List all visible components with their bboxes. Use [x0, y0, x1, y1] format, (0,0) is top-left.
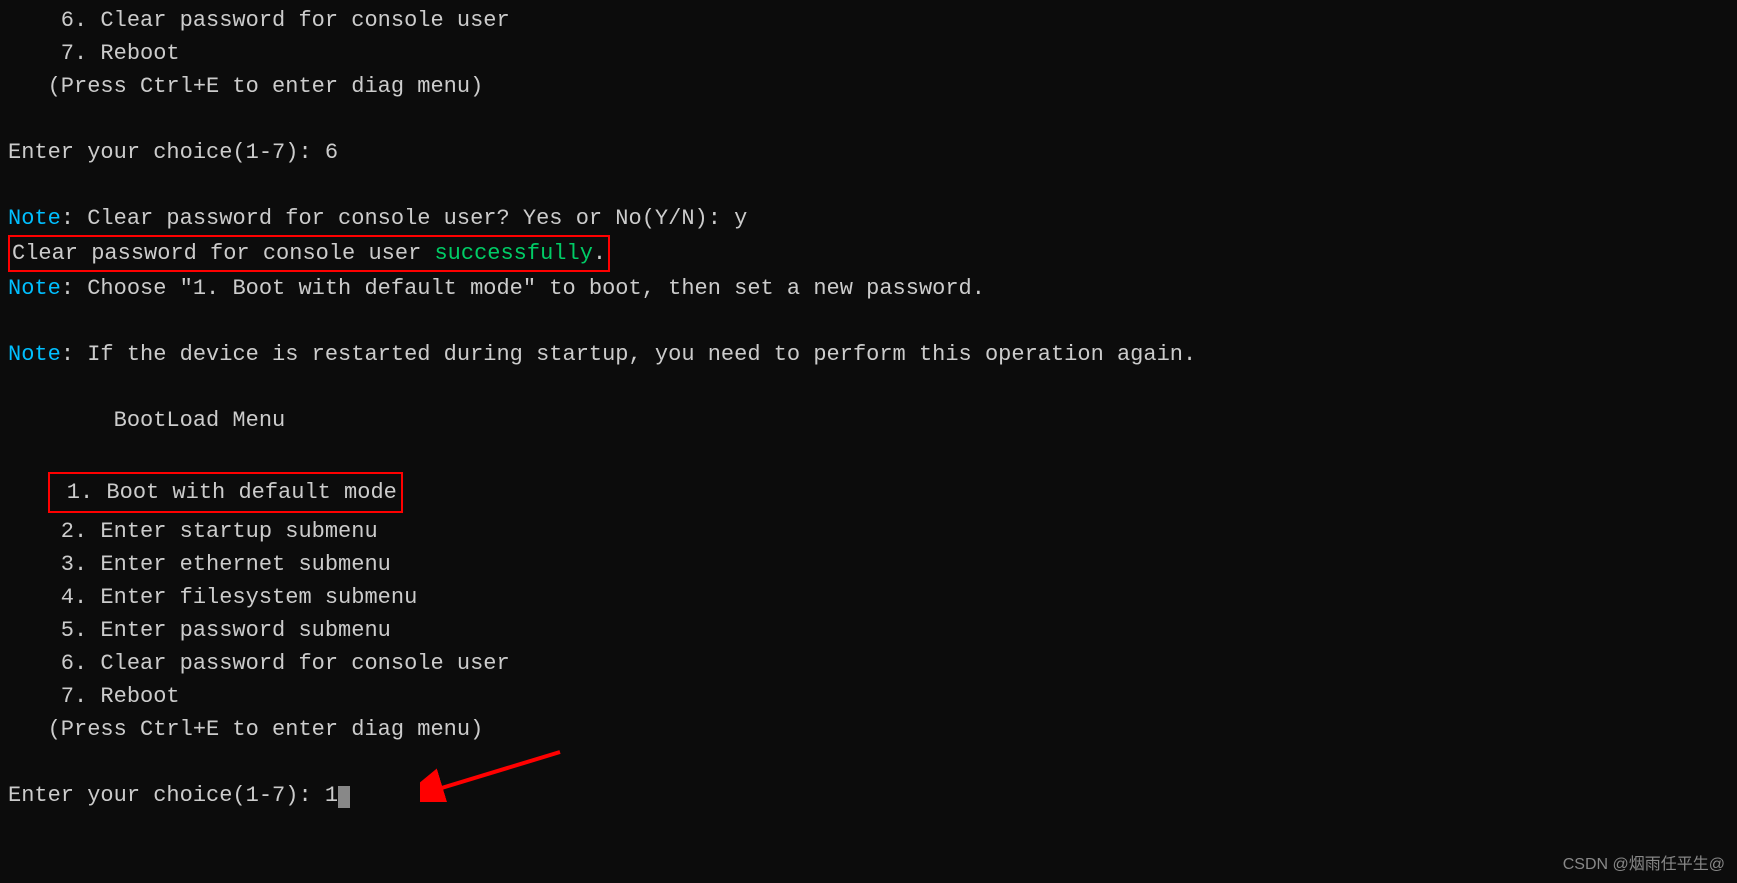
note-label: Note — [8, 342, 61, 367]
success-highlight-box: Clear password for console user successf… — [8, 235, 610, 272]
bootload-item-4: 4. Enter filesystem submenu — [8, 581, 1729, 614]
bootload-item-7: 7. Reboot — [8, 680, 1729, 713]
bootload-item-1: 1. Boot with default mode — [54, 480, 397, 505]
confirm-input: y — [734, 206, 747, 231]
boot-hint-text: : Choose "1. Boot with default mode" to … — [61, 276, 985, 301]
menu-item-6: 6. Clear password for console user — [8, 4, 1729, 37]
diag-hint: (Press Ctrl+E to enter diag menu) — [8, 70, 1729, 103]
success-word: successfully — [434, 241, 592, 266]
prompt-label-2: Enter your choice(1-7): — [8, 783, 325, 808]
cursor-icon — [338, 786, 350, 808]
bootload-item-3: 3. Enter ethernet submenu — [8, 548, 1729, 581]
restart-hint-text: : If the device is restarted during star… — [61, 342, 1196, 367]
bootload-title: BootLoad Menu — [8, 404, 1729, 437]
menu-item-7: 7. Reboot — [8, 37, 1729, 70]
note-restart-hint: Note: If the device is restarted during … — [8, 338, 1729, 371]
prompt-label-1: Enter your choice(1-7): — [8, 140, 325, 165]
diag-hint-2: (Press Ctrl+E to enter diag menu) — [8, 713, 1729, 746]
note-boot-hint: Note: Choose "1. Boot with default mode"… — [8, 272, 1729, 305]
watermark-text: CSDN @烟雨任平生@ — [1563, 853, 1725, 877]
note-confirm[interactable]: Note: Clear password for console user? Y… — [8, 202, 1729, 235]
choice-prompt-1[interactable]: Enter your choice(1-7): 6 — [8, 136, 1729, 169]
prompt-value-2: 1 — [325, 783, 338, 808]
bootload-item-6: 6. Clear password for console user — [8, 647, 1729, 680]
note-label: Note — [8, 276, 61, 301]
prompt-value-1: 6 — [325, 140, 338, 165]
bootload-item-2: 2. Enter startup submenu — [8, 515, 1729, 548]
boot-default-highlight-box: 1. Boot with default mode — [48, 472, 403, 513]
bootload-item-5: 5. Enter password submenu — [8, 614, 1729, 647]
note-label: Note — [8, 206, 61, 231]
confirm-text: : Clear password for console user? Yes o… — [61, 206, 734, 231]
success-prefix: Clear password for console user — [12, 241, 434, 266]
success-suffix: . — [593, 241, 606, 266]
choice-prompt-2[interactable]: Enter your choice(1-7): 1 — [8, 779, 1729, 812]
